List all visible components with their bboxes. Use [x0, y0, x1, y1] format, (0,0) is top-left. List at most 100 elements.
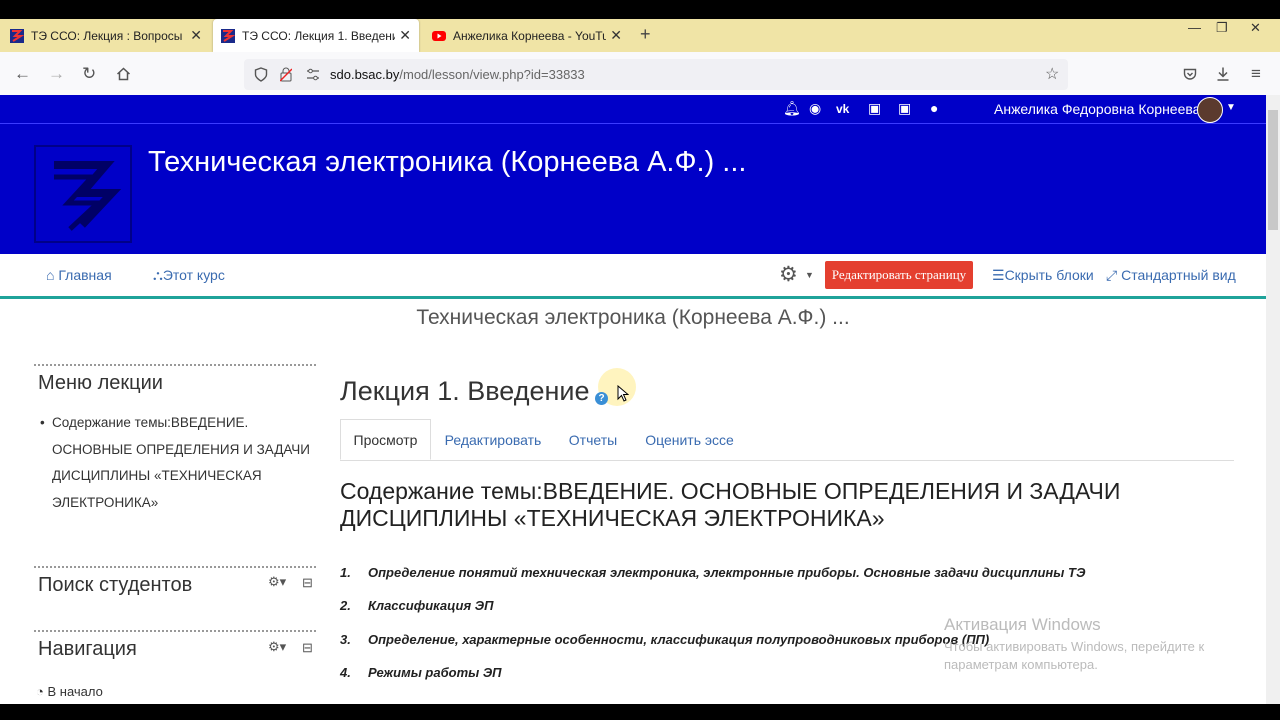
chat-bubble-icon[interactable]: ●: [930, 100, 938, 116]
menu-hamburger-icon[interactable]: ≡: [1251, 64, 1261, 84]
outline-item: 2. Классификация ЭП: [340, 598, 493, 613]
user-menu-caret-icon[interactable]: ▼: [1226, 102, 1236, 113]
site-logo[interactable]: [34, 145, 132, 243]
nav-item-home[interactable]: ◔ В начало: [36, 684, 103, 699]
content-heading: Содержание темы:ВВЕДЕНИЕ. ОСНОВНЫЕ ОПРЕД…: [340, 478, 1121, 531]
tab-view[interactable]: Просмотр: [340, 419, 431, 460]
shield-icon[interactable]: [254, 67, 268, 82]
bullet-icon: •: [40, 415, 45, 430]
minimize-button[interactable]: —: [1188, 20, 1201, 35]
pocket-icon[interactable]: [1183, 67, 1197, 81]
close-tab-icon[interactable]: ✕: [610, 27, 622, 44]
outline-item-number: 4.: [340, 665, 351, 680]
bsac-logo-icon: [54, 161, 122, 231]
lecture-menu-item-label: Содержание темы:ВВЕДЕНИЕ. ОСНОВНЫЕ ОПРЕД…: [52, 415, 310, 510]
scrollbar-thumb[interactable]: [1268, 110, 1278, 230]
globe-icon[interactable]: ◉: [809, 100, 821, 117]
mouse-pointer-icon: [617, 385, 629, 402]
outline-item-text: Определение понятий техническая электрон…: [368, 565, 1086, 580]
forward-arrow-icon[interactable]: →: [48, 64, 65, 84]
reload-icon[interactable]: ↻: [82, 64, 96, 84]
bsac-favicon-icon: [10, 28, 24, 43]
edit-page-button[interactable]: Редактировать страницу: [825, 261, 973, 289]
outline-item: 4. Режимы работы ЭП: [340, 665, 502, 680]
nav-home-link[interactable]: ⌂ Главная: [46, 267, 112, 283]
windows-activation-title: Активация Windows: [944, 615, 1101, 634]
twitter-icon[interactable]: ▣: [898, 100, 911, 117]
outline-item: 3. Определение, характерные особенности, …: [340, 632, 989, 647]
browser-tab-title: ТЭ ССО: Лекция 1. Введение: С: [242, 28, 396, 43]
block-dock-icon[interactable]: ⊟: [302, 575, 313, 591]
url-text[interactable]: sdo.bsac.by/mod/lesson/view.php?id=33833: [330, 67, 585, 82]
nav-this-course-label: Этот курс: [162, 267, 225, 283]
browser-tab-3[interactable]: Анжелика Корнеева - YouTube ✕: [424, 19, 630, 52]
lesson-title: Лекция 1. Введение: [340, 376, 590, 406]
youtube-favicon-icon: [432, 30, 446, 41]
close-window-button[interactable]: ✕: [1250, 20, 1261, 36]
facebook-icon[interactable]: ▣: [868, 100, 881, 117]
page-heading: Техническая электроника (Корнеева А.Ф.) …: [416, 306, 850, 329]
page-permissions-icon[interactable]: [306, 68, 320, 81]
back-arrow-icon[interactable]: ←: [14, 64, 31, 84]
nav-item-home-label: В начало: [47, 684, 103, 699]
lecture-menu-title: Меню лекции: [38, 372, 163, 394]
user-avatar[interactable]: [1197, 97, 1223, 123]
home-icon[interactable]: [116, 67, 131, 81]
standard-view-link[interactable]: ⤢ Стандартный вид: [1106, 267, 1236, 284]
settings-caret-icon[interactable]: ▼: [805, 270, 814, 280]
hide-blocks-icon: ☰: [992, 267, 1005, 283]
outline-item-number: 2.: [340, 598, 351, 613]
site-banner: [0, 123, 1266, 254]
outline-item-number: 1.: [340, 565, 351, 580]
lecture-menu-item[interactable]: • Содержание темы:ВВЕДЕНИЕ. ОСНОВНЫЕ ОПР…: [40, 410, 310, 516]
standard-view-label: Стандартный вид: [1121, 267, 1236, 283]
navigation-block-title: Навигация: [38, 638, 137, 660]
outline-item-text: Классификация ЭП: [368, 598, 494, 613]
block-settings-gear-icon[interactable]: ⚙▾: [268, 639, 286, 655]
maximize-button[interactable]: ❐: [1216, 20, 1228, 36]
site-title[interactable]: Техническая электроника (Корнеева А.Ф.) …: [148, 146, 746, 179]
help-icon[interactable]: ?: [595, 392, 608, 405]
downloads-icon[interactable]: [1216, 66, 1230, 82]
close-tab-icon[interactable]: ✕: [399, 27, 411, 44]
bsac-favicon-icon: [221, 28, 235, 43]
lesson-tabs-underline: [340, 460, 1234, 461]
block-divider: [34, 566, 316, 568]
outline-item-number: 3.: [340, 632, 351, 647]
tab-grade-essays[interactable]: Оценить эссе: [636, 419, 743, 460]
block-divider: [34, 364, 316, 366]
vk-icon[interactable]: vk: [836, 102, 849, 116]
windows-activation-text: Чтобы активировать Windows, перейдите к …: [944, 639, 1205, 672]
nav-this-course-link[interactable]: ⛬Этот курс: [153, 267, 225, 284]
new-tab-button[interactable]: +: [640, 24, 651, 45]
bookmark-star-icon[interactable]: ☆: [1045, 64, 1059, 84]
outline-item: 1. Определение понятий техническая электр…: [340, 565, 1085, 580]
outline-item-text: Определение, характерные особенности, кл…: [368, 632, 990, 647]
screen-top-bar: [0, 0, 1280, 19]
dashboard-icon: ◔: [36, 684, 44, 699]
browser-tab-title: Анжелика Корнеева - YouTube: [453, 28, 607, 43]
student-search-title: Поиск студентов: [38, 574, 193, 596]
notifications-bell-icon[interactable]: 🔔︎: [783, 100, 801, 117]
sitemap-icon: ⛬: [153, 267, 163, 283]
home-icon: ⌂: [46, 267, 55, 283]
block-dock-icon[interactable]: ⊟: [302, 640, 313, 656]
expand-arrows-icon: ⤢: [1106, 267, 1118, 283]
hide-blocks-label: Скрыть блоки: [1004, 267, 1094, 283]
insecure-lock-icon[interactable]: [280, 67, 292, 82]
block-divider: [34, 630, 316, 632]
block-settings-gear-icon[interactable]: ⚙▾: [268, 574, 286, 590]
tab-reports[interactable]: Отчеты: [556, 419, 630, 460]
user-name[interactable]: Анжелика Федоровна Корнеева: [994, 101, 1200, 117]
hide-blocks-link[interactable]: ☰Скрыть блоки: [992, 267, 1094, 284]
nav-home-label: Главная: [58, 267, 112, 283]
tab-edit[interactable]: Редактировать: [436, 419, 550, 460]
outline-item-text: Режимы работы ЭП: [368, 665, 502, 680]
screen-bottom-bar: [0, 704, 1280, 720]
url-host: sdo.bsac.by: [330, 67, 400, 82]
url-path: /mod/lesson/view.php?id=33833: [399, 67, 585, 82]
browser-tab-1[interactable]: ТЭ ССО: Лекция : Вопросы по ✕: [2, 19, 210, 52]
close-tab-icon[interactable]: ✕: [190, 27, 202, 44]
browser-tab-2[interactable]: ТЭ ССО: Лекция 1. Введение: С ✕: [213, 19, 419, 52]
settings-gear-icon[interactable]: ⚙: [779, 262, 798, 287]
